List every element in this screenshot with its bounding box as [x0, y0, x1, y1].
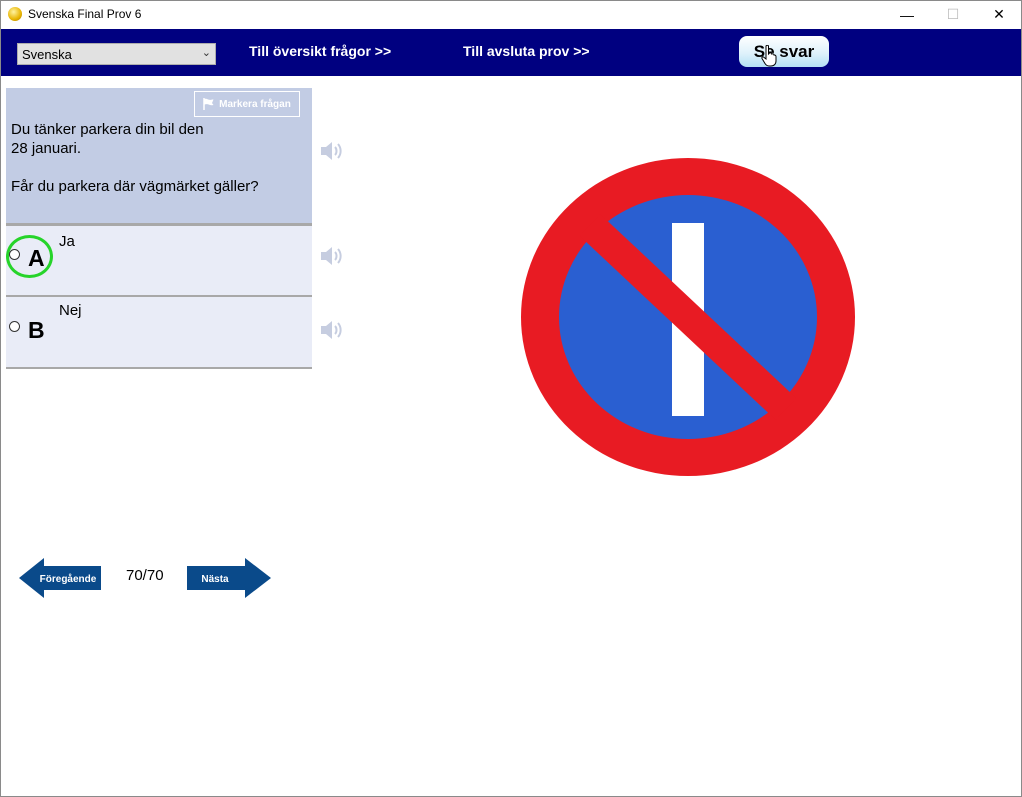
- previous-label: Föregående: [40, 573, 97, 585]
- app-window: Svenska Final Prov 6 — ☐ ✕ Svenska ⌄ Til…: [0, 0, 1022, 797]
- divider: [6, 367, 312, 369]
- overview-link[interactable]: Till översikt frågor >>: [249, 43, 391, 59]
- show-answer-button[interactable]: Se svar: [739, 36, 829, 67]
- answer-b-radio[interactable]: [9, 321, 20, 332]
- app-icon: [8, 7, 22, 21]
- hand-cursor-icon: [761, 45, 777, 67]
- window-title: Svenska Final Prov 6: [28, 7, 142, 21]
- flag-question-label: Markera frågan: [219, 98, 291, 110]
- question-panel: Markera frågan Du tänker parkera din bil…: [6, 88, 312, 223]
- flag-icon: [203, 98, 214, 110]
- answer-a-radio[interactable]: [9, 249, 20, 260]
- answer-option-b[interactable]: B Nej: [6, 297, 312, 367]
- next-button[interactable]: Nästa: [187, 558, 271, 598]
- language-value: Svenska: [22, 47, 72, 62]
- answer-b-letter: B: [28, 317, 45, 343]
- answer-b-text: Nej: [59, 302, 82, 319]
- previous-button[interactable]: Föregående: [19, 558, 103, 598]
- flag-question-button[interactable]: Markera frågan: [194, 91, 300, 117]
- close-button[interactable]: ✕: [976, 1, 1022, 28]
- chevron-down-icon: ⌄: [201, 47, 211, 59]
- language-select[interactable]: Svenska ⌄: [17, 43, 216, 65]
- top-navigation: Svenska ⌄ Till översikt frågor >> Till a…: [1, 29, 1021, 76]
- right-arrow-icon: [187, 558, 271, 598]
- finish-exam-link[interactable]: Till avsluta prov >>: [463, 43, 590, 59]
- answer-a-text: Ja: [59, 233, 75, 250]
- speaker-icon[interactable]: [319, 319, 343, 341]
- question-line-3: Får du parkera där vägmärket gäller?: [11, 178, 259, 195]
- speaker-icon[interactable]: [319, 140, 343, 162]
- question-line-1: Du tänker parkera din bil den: [11, 121, 204, 138]
- answer-option-a[interactable]: A Ja: [6, 226, 312, 295]
- answer-a-letter: A: [28, 245, 45, 271]
- no-parking-odd-dates-sign: [521, 158, 855, 476]
- page-counter: 70/70: [126, 567, 164, 584]
- maximize-button[interactable]: ☐: [930, 1, 976, 28]
- minimize-button[interactable]: —: [884, 1, 930, 28]
- title-bar: Svenska Final Prov 6 — ☐ ✕: [1, 1, 1021, 28]
- question-line-2: 28 januari.: [11, 140, 82, 157]
- next-label: Nästa: [201, 574, 229, 585]
- speaker-icon[interactable]: [319, 245, 343, 267]
